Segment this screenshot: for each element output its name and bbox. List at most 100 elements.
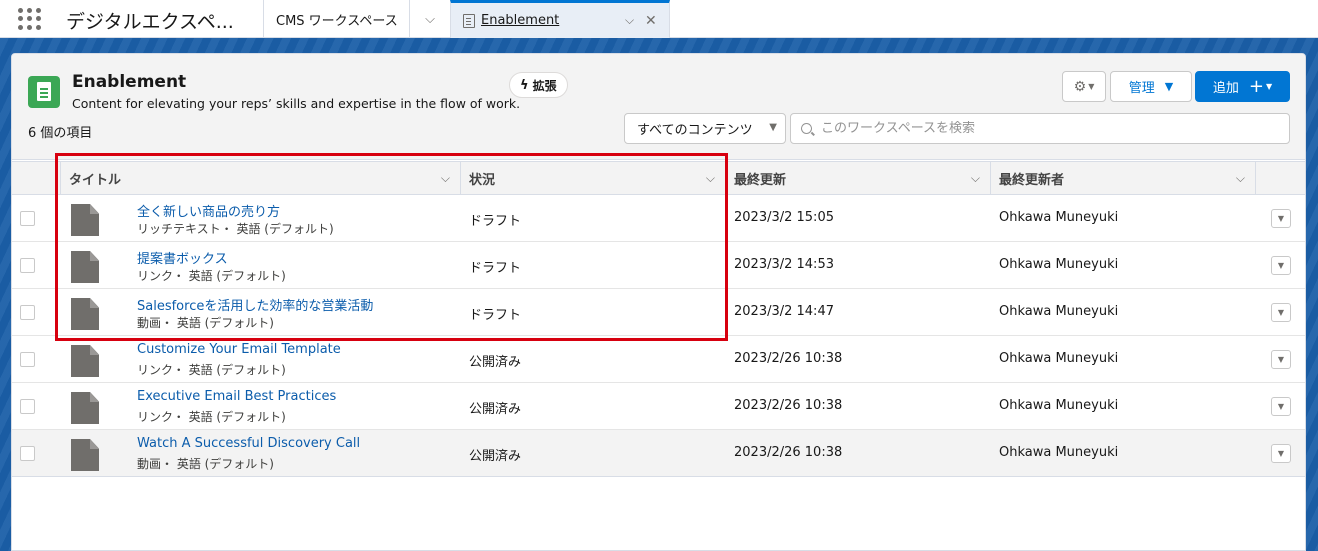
chevron-down-icon[interactable]: ⌵ bbox=[706, 171, 715, 186]
tab-cms-workspace[interactable]: CMS ワークスペース bbox=[263, 0, 409, 38]
column-header-last-modified[interactable]: 最終更新 ⌵ bbox=[725, 162, 990, 195]
item-last-modified: 2023/2/26 10:38 bbox=[734, 351, 843, 366]
item-last-modified: 2023/2/26 10:38 bbox=[734, 445, 843, 460]
column-header-title[interactable]: タイトル ⌵ bbox=[60, 162, 460, 195]
item-title-link[interactable]: Watch A Successful Discovery Call bbox=[137, 436, 360, 451]
settings-button[interactable]: ⚙ ▼ bbox=[1062, 71, 1106, 102]
document-icon bbox=[71, 345, 99, 377]
item-status: ドラフト bbox=[469, 261, 522, 276]
app-launcher-icon[interactable] bbox=[18, 8, 44, 30]
item-last-modified-by: Ohkawa Muneyuki bbox=[999, 304, 1119, 319]
chevron-down-icon[interactable]: ⌵ bbox=[625, 13, 634, 28]
table-row[interactable]: Customize Your Email Template リンク・ 英語 (デ… bbox=[12, 336, 1305, 383]
page-subtitle: Content for elevating your reps’ skills … bbox=[72, 96, 521, 111]
chevron-down-icon[interactable]: ⌵ bbox=[971, 171, 980, 186]
item-last-modified-by: Ohkawa Muneyuki bbox=[999, 445, 1119, 460]
workspace-card: Enablement Content for elevating your re… bbox=[11, 53, 1306, 551]
table-row[interactable]: Salesforceを活用した効率的な営業活動 動画・ 英語 (デフォルト) ド… bbox=[12, 289, 1305, 336]
item-last-modified: 2023/3/2 14:47 bbox=[734, 304, 834, 319]
item-title-link[interactable]: 全く新しい商品の売り方 bbox=[137, 201, 280, 220]
item-last-modified: 2023/2/26 10:38 bbox=[734, 398, 843, 413]
table-row[interactable]: 提案書ボックス リンク・ 英語 (デフォルト) ドラフト 2023/3/2 14… bbox=[12, 242, 1305, 289]
row-actions-menu-icon[interactable]: ▼ bbox=[1271, 209, 1291, 228]
expand-label: 拡張 bbox=[532, 78, 557, 93]
search-input[interactable] bbox=[821, 121, 1261, 136]
top-tab-bar: デジタルエクスペ... CMS ワークスペース ⌵ Enablement ⌵ ✕ bbox=[0, 0, 1318, 38]
document-icon bbox=[71, 439, 99, 471]
item-title-link[interactable]: Executive Email Best Practices bbox=[137, 389, 336, 404]
row-actions-menu-icon[interactable]: ▼ bbox=[1271, 444, 1291, 463]
item-meta: リンク・ 英語 (デフォルト) bbox=[137, 410, 286, 424]
document-icon bbox=[28, 76, 60, 108]
tab-label: CMS ワークスペース bbox=[276, 13, 398, 29]
row-checkbox[interactable] bbox=[20, 305, 35, 320]
row-actions-menu-icon[interactable]: ▼ bbox=[1271, 350, 1291, 369]
item-last-modified-by: Ohkawa Muneyuki bbox=[999, 257, 1119, 272]
row-checkbox[interactable] bbox=[20, 446, 35, 461]
column-header-status[interactable]: 状況 ⌵ bbox=[460, 162, 725, 195]
column-header-last-modified-by[interactable]: 最終更新者 ⌵ bbox=[990, 162, 1255, 195]
item-meta: リッチテキスト・ 英語 (デフォルト) bbox=[137, 222, 334, 236]
table-row[interactable]: Executive Email Best Practices リンク・ 英語 (… bbox=[12, 383, 1305, 430]
column-header-actions bbox=[1255, 162, 1305, 195]
item-title-link[interactable]: 提案書ボックス bbox=[137, 248, 228, 267]
item-status: ドラフト bbox=[469, 214, 522, 229]
item-title-link[interactable]: Salesforceを活用した効率的な営業活動 bbox=[137, 295, 373, 314]
document-icon bbox=[71, 392, 99, 424]
search-icon bbox=[801, 123, 812, 134]
caret-down-icon: ▼ bbox=[1088, 82, 1095, 91]
row-checkbox[interactable] bbox=[20, 399, 35, 414]
document-icon bbox=[71, 298, 99, 330]
row-actions-menu-icon[interactable]: ▼ bbox=[1271, 256, 1291, 275]
page-icon bbox=[463, 13, 475, 28]
row-checkbox[interactable] bbox=[20, 211, 35, 226]
add-button[interactable]: 追加 + ▼ bbox=[1195, 71, 1290, 102]
app-name: デジタルエクスペ... bbox=[66, 11, 234, 33]
table-row[interactable]: Watch A Successful Discovery Call 動画・ 英語… bbox=[12, 430, 1305, 477]
item-last-modified-by: Ohkawa Muneyuki bbox=[999, 398, 1119, 413]
item-last-modified-by: Ohkawa Muneyuki bbox=[999, 210, 1119, 225]
column-label: 状況 bbox=[469, 173, 496, 188]
page-header: Enablement Content for elevating your re… bbox=[12, 54, 1305, 160]
item-status: 公開済み bbox=[469, 402, 522, 417]
close-icon[interactable]: ✕ bbox=[645, 13, 657, 29]
column-label: 最終更新 bbox=[734, 173, 787, 188]
manage-label: 管理 bbox=[1128, 81, 1155, 96]
tab-label: Enablement bbox=[481, 13, 560, 28]
caret-down-icon: ▼ bbox=[1265, 82, 1273, 91]
content-filter-select[interactable]: すべてのコンテンツ ▼ bbox=[624, 113, 786, 144]
item-meta: 動画・ 英語 (デフォルト) bbox=[137, 316, 274, 330]
plus-icon: + bbox=[1248, 75, 1264, 97]
expand-button[interactable]: ϟ 拡張 bbox=[509, 72, 568, 98]
gear-icon: ⚙ bbox=[1073, 78, 1087, 95]
item-title-link[interactable]: Customize Your Email Template bbox=[137, 342, 341, 357]
row-actions-menu-icon[interactable]: ▼ bbox=[1271, 303, 1291, 322]
row-checkbox[interactable] bbox=[20, 352, 35, 367]
item-meta: 動画・ 英語 (デフォルト) bbox=[137, 457, 274, 471]
add-label: 追加 bbox=[1212, 81, 1239, 96]
column-label: タイトル bbox=[69, 173, 122, 188]
item-meta: リンク・ 英語 (デフォルト) bbox=[137, 269, 286, 283]
item-last-modified: 2023/3/2 15:05 bbox=[734, 210, 834, 225]
item-status: ドラフト bbox=[469, 308, 522, 323]
chevron-down-icon[interactable]: ⌵ bbox=[409, 0, 450, 38]
item-status: 公開済み bbox=[469, 449, 522, 464]
item-last-modified: 2023/3/2 14:53 bbox=[734, 257, 834, 272]
page-title: Enablement bbox=[72, 72, 187, 92]
item-meta: リンク・ 英語 (デフォルト) bbox=[137, 363, 286, 377]
table-row[interactable]: 全く新しい商品の売り方 リッチテキスト・ 英語 (デフォルト) ドラフト 202… bbox=[12, 195, 1305, 242]
manage-button[interactable]: 管理 ▼ bbox=[1110, 71, 1192, 102]
chevron-down-icon[interactable]: ⌵ bbox=[1236, 171, 1245, 186]
filter-value: すべてのコンテンツ bbox=[637, 123, 753, 138]
chevron-down-icon[interactable]: ⌵ bbox=[441, 171, 450, 186]
row-actions-menu-icon[interactable]: ▼ bbox=[1271, 397, 1291, 416]
search-box[interactable] bbox=[790, 113, 1290, 144]
column-label: 最終更新者 bbox=[999, 173, 1065, 188]
item-status: 公開済み bbox=[469, 355, 522, 370]
row-checkbox[interactable] bbox=[20, 258, 35, 273]
bolt-icon: ϟ bbox=[520, 77, 529, 93]
tab-enablement[interactable]: Enablement ⌵ ✕ bbox=[450, 0, 670, 38]
table-header: タイトル ⌵ 状況 ⌵ 最終更新 ⌵ 最終更新者 ⌵ bbox=[12, 161, 1305, 195]
caret-down-icon: ▼ bbox=[1164, 80, 1174, 93]
caret-down-icon: ▼ bbox=[769, 122, 777, 133]
